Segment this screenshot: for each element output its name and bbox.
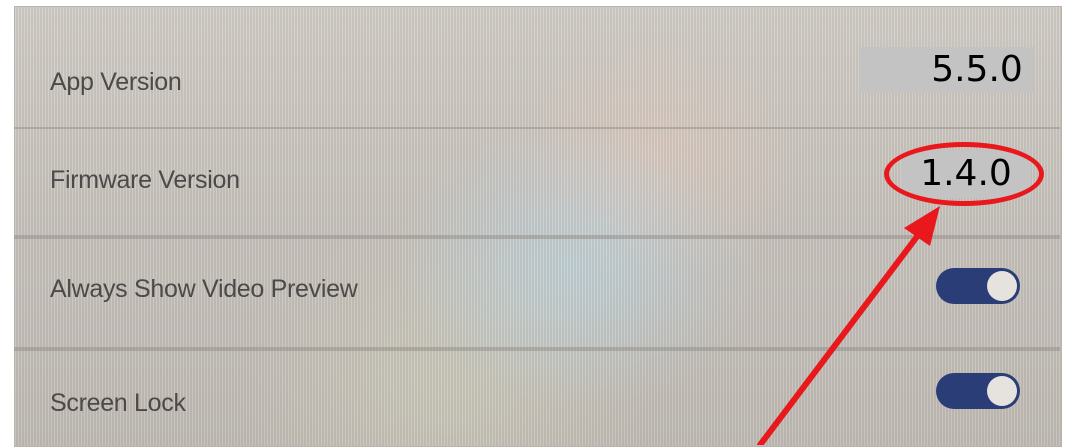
annotation-arrow <box>757 206 940 445</box>
